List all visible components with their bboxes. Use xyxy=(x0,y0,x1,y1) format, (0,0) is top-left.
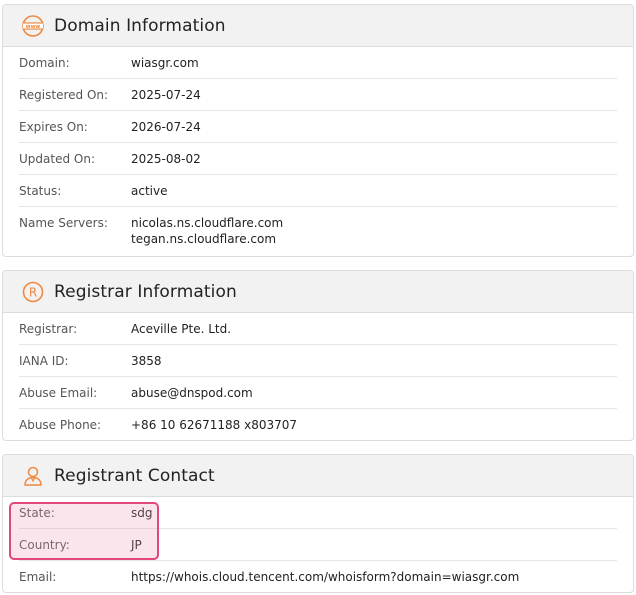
info-row-email: Email: https://whois.cloud.tencent.com/w… xyxy=(19,561,617,592)
row-label: Status: xyxy=(19,184,62,198)
info-row-registered-on: Registered On: 2025-07-24 xyxy=(19,79,617,111)
row-value: 2025-08-02 xyxy=(131,152,201,166)
info-row-updated-on: Updated On: 2025-08-02 xyxy=(19,143,617,175)
row-label: Name Servers: xyxy=(19,216,108,230)
www-globe-icon: www xyxy=(21,14,45,38)
row-label: IANA ID: xyxy=(19,354,69,368)
row-value: 2025-07-24 xyxy=(131,88,201,102)
info-row-status: Status: active xyxy=(19,175,617,207)
domain-information-header: www Domain Information xyxy=(3,5,633,47)
name-server-2: tegan.ns.cloudflare.com xyxy=(131,232,277,246)
domain-information-title: Domain Information xyxy=(54,15,226,36)
row-value: JP xyxy=(131,538,142,552)
domain-information-card: www Domain Information Domain: wiasgr.co… xyxy=(2,4,634,257)
row-value: wiasgr.com xyxy=(131,56,199,70)
info-row-state: State: sdg xyxy=(19,497,617,529)
registrar-information-title: Registrar Information xyxy=(54,281,237,302)
row-value: 3858 xyxy=(131,354,162,368)
info-row-iana-id: IANA ID: 3858 xyxy=(19,345,617,377)
registrar-information-card: R Registrar Information Registrar: Acevi… xyxy=(2,270,634,441)
registrant-contact-card: Registrant Contact State: sdg Country: J… xyxy=(2,454,634,593)
row-label: State: xyxy=(19,506,55,520)
row-label: Expires On: xyxy=(19,120,88,134)
row-value: nicolas.ns.cloudflare.com tegan.ns.cloud… xyxy=(131,215,283,247)
info-row-abuse-email: Abuse Email: abuse@dnspod.com xyxy=(19,377,617,409)
row-label: Registered On: xyxy=(19,88,109,102)
svg-text:R: R xyxy=(29,285,37,299)
row-value: abuse@dnspod.com xyxy=(131,386,253,400)
registrant-contact-header: Registrant Contact xyxy=(3,455,633,497)
row-label: Registrar: xyxy=(19,322,78,336)
row-label: Abuse Email: xyxy=(19,386,98,400)
row-label: Country: xyxy=(19,538,70,552)
row-value: Aceville Pte. Ltd. xyxy=(131,322,232,336)
registrar-information-header: R Registrar Information xyxy=(3,271,633,313)
row-value: active xyxy=(131,184,168,198)
row-value: sdg xyxy=(131,506,153,520)
row-value: https://whois.cloud.tencent.com/whoisfor… xyxy=(131,570,520,584)
person-icon xyxy=(21,464,45,488)
name-server-1: nicolas.ns.cloudflare.com xyxy=(131,216,284,230)
info-row-domain: Domain: wiasgr.com xyxy=(19,47,617,79)
registered-trademark-icon: R xyxy=(21,280,45,304)
registrant-contact-title: Registrant Contact xyxy=(54,465,215,486)
row-label: Domain: xyxy=(19,56,70,70)
row-value: 2026-07-24 xyxy=(131,120,201,134)
info-row-expires-on: Expires On: 2026-07-24 xyxy=(19,111,617,143)
svg-text:www: www xyxy=(26,23,41,29)
row-value: +86 10 62671188 x803707 xyxy=(131,418,298,432)
row-label: Updated On: xyxy=(19,152,95,166)
row-label: Abuse Phone: xyxy=(19,418,102,432)
info-row-country: Country: JP xyxy=(19,529,617,561)
row-label: Email: xyxy=(19,570,57,584)
info-row-abuse-phone: Abuse Phone: +86 10 62671188 x803707 xyxy=(19,409,617,440)
info-row-registrar: Registrar: Aceville Pte. Ltd. xyxy=(19,313,617,345)
info-row-name-servers: Name Servers: nicolas.ns.cloudflare.com … xyxy=(19,207,617,256)
